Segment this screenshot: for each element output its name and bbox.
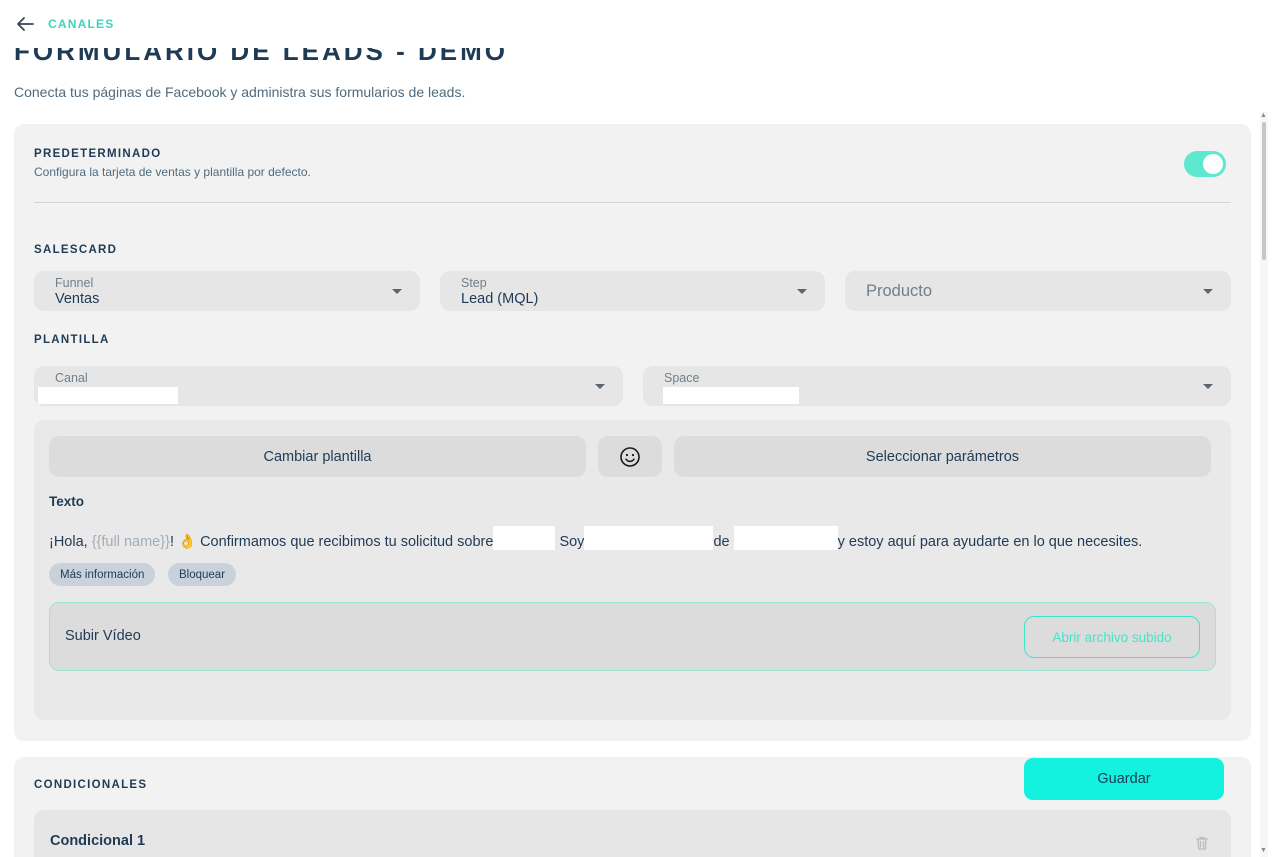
step-select[interactable]: Step Lead (MQL): [440, 271, 825, 311]
message-part3: de: [713, 534, 734, 550]
redacted-text: [584, 526, 714, 550]
upload-video-label: Subir Vídeo: [65, 628, 141, 644]
redacted-text: [733, 526, 838, 550]
smiley-icon: [620, 446, 640, 467]
chip-mas-informacion[interactable]: Más información: [49, 563, 156, 586]
message-part4: y estoy aquí para ayudarte en lo que nec…: [837, 534, 1143, 550]
conditional-title: Condicional 1: [50, 833, 146, 849]
step-value: Lead (MQL): [461, 291, 539, 307]
message-part2: Soy: [555, 534, 585, 550]
canal-label: Canal: [55, 371, 88, 385]
redacted-text: [493, 526, 556, 550]
scroll-up-icon[interactable]: ▲: [1260, 112, 1267, 119]
select-params-button[interactable]: Seleccionar parámetros: [674, 436, 1211, 477]
scrollbar[interactable]: ▲ ▼: [1260, 112, 1268, 857]
message-greeting: ¡Hola,: [49, 534, 92, 550]
default-section-hint: Configura la tarjeta de ventas y plantil…: [34, 165, 311, 179]
space-select[interactable]: Space: [643, 366, 1231, 406]
funnel-select[interactable]: Funnel Ventas: [34, 271, 420, 311]
scroll-thumb[interactable]: [1262, 122, 1266, 260]
chevron-down-icon: [797, 289, 807, 294]
save-button[interactable]: Guardar: [1024, 758, 1224, 800]
change-template-button[interactable]: Cambiar plantilla: [49, 436, 586, 477]
chevron-down-icon: [1203, 289, 1213, 294]
salescard-title: SALESCARD: [34, 244, 118, 256]
texto-label: Texto: [49, 494, 85, 509]
chevron-down-icon: [1203, 384, 1213, 389]
producto-placeholder: Producto: [866, 282, 933, 300]
chevron-down-icon: [392, 289, 402, 294]
toggle-knob: [1203, 154, 1223, 174]
emoji-button[interactable]: [598, 436, 662, 477]
funnel-label: Funnel: [55, 276, 94, 290]
chip-bloquear[interactable]: Bloquear: [168, 563, 237, 586]
upload-video-area[interactable]: Subir Vídeo Abrir archivo subido: [49, 602, 1216, 671]
scroll-down-icon[interactable]: ▼: [1260, 847, 1267, 854]
divider: [34, 202, 1231, 203]
back-arrow-icon[interactable]: [14, 13, 36, 35]
back-link[interactable]: CANALES: [48, 17, 114, 31]
producto-select[interactable]: Producto: [845, 271, 1231, 311]
default-toggle[interactable]: [1184, 151, 1226, 177]
page-title-container: FORMULARIO DE LEADS - DEMO: [14, 48, 614, 68]
space-label: Space: [664, 371, 700, 385]
message-part1: ! 👌 Confirmamos que recibimos tu solicit…: [169, 534, 494, 550]
step-label: Step: [461, 276, 487, 290]
space-value-redacted: [663, 387, 799, 404]
trash-icon[interactable]: [1194, 835, 1210, 851]
open-uploaded-file-button[interactable]: Abrir archivo subido: [1024, 616, 1200, 658]
conditional-item: Condicional 1: [34, 810, 1231, 857]
template-editor: Cambiar plantilla Seleccionar parámetros…: [34, 420, 1231, 720]
page-title: FORMULARIO DE LEADS - DEMO: [14, 48, 508, 66]
funnel-value: Ventas: [55, 291, 100, 307]
chevron-down-icon: [595, 384, 605, 389]
message-variable: {{full name}}: [91, 534, 170, 550]
default-section-title: PREDETERMINADO: [34, 148, 162, 160]
canal-select[interactable]: Canal: [34, 366, 623, 406]
page-subtitle: Conecta tus páginas de Facebook y admini…: [14, 84, 466, 100]
template-message[interactable]: ¡Hola, {{full name}}! 👌 Confirmamos que …: [49, 526, 1142, 550]
canal-value-redacted: [38, 387, 178, 404]
plantilla-title: PLANTILLA: [34, 334, 110, 346]
default-config-card: PREDETERMINADO Configura la tarjeta de v…: [14, 124, 1251, 741]
top-bar: CANALES: [0, 0, 1288, 48]
conditionals-title: CONDICIONALES: [34, 779, 148, 791]
